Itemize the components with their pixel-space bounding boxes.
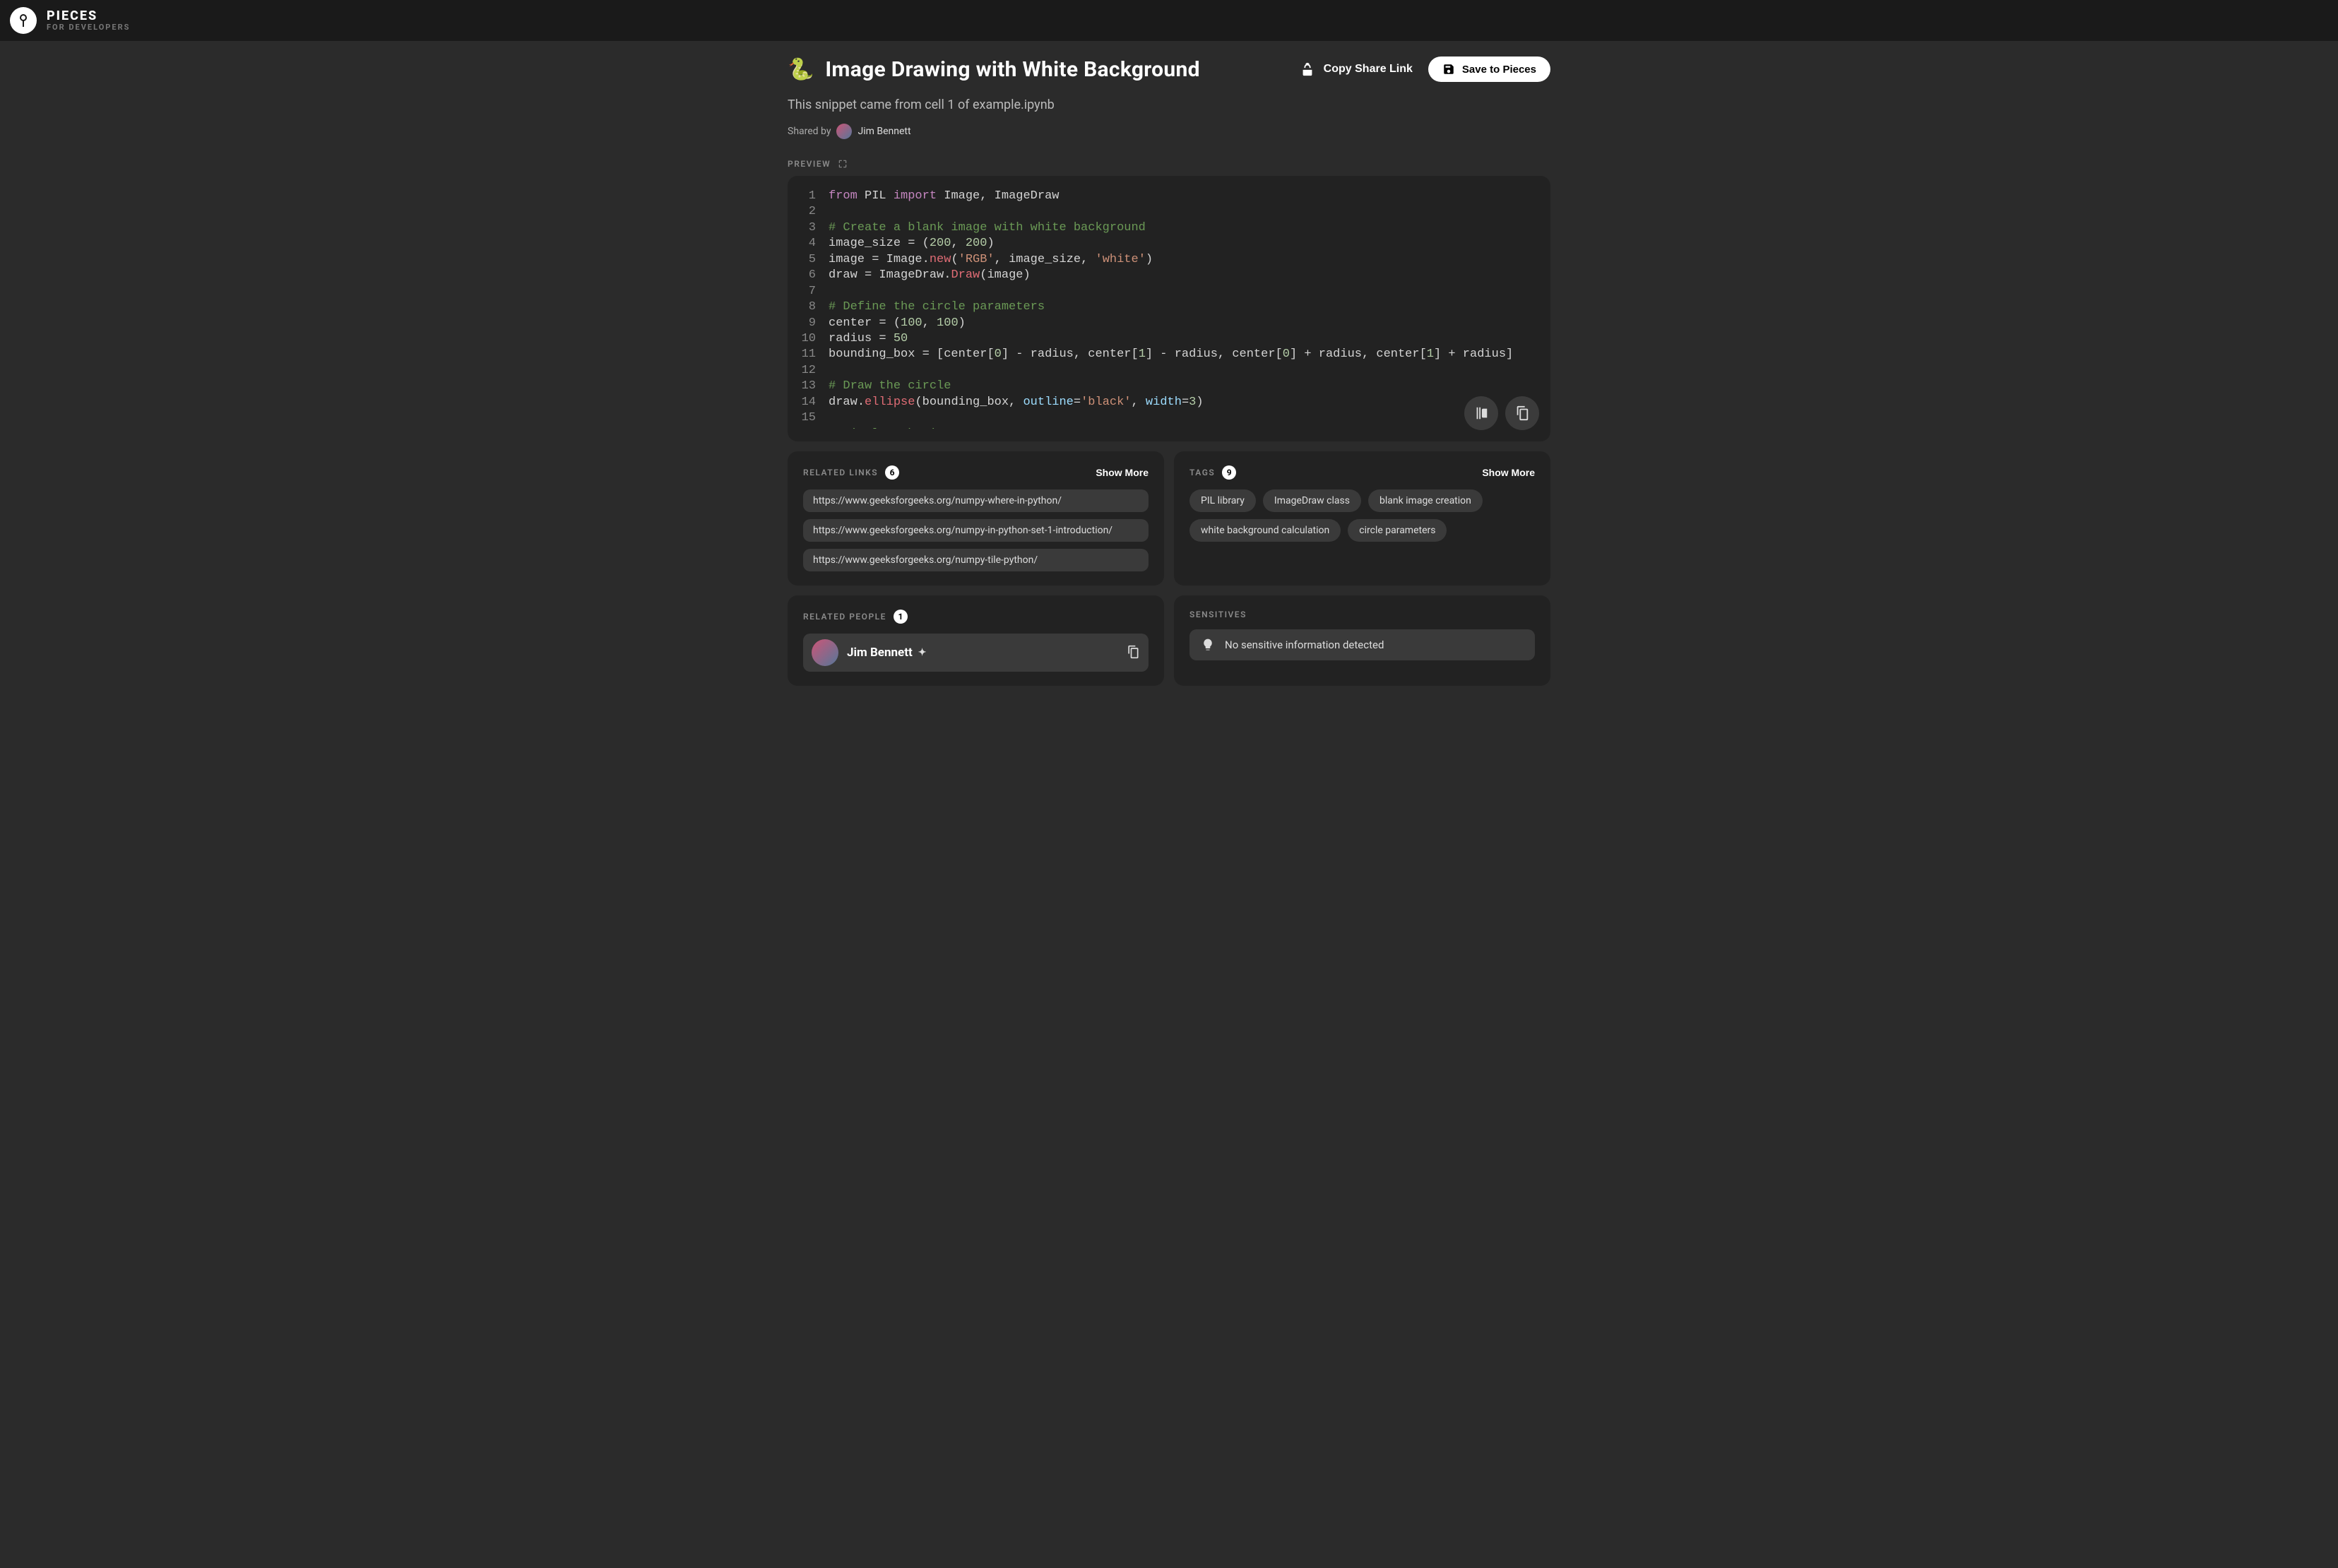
copy-with-context-button[interactable] <box>1464 396 1498 430</box>
related-links-count: 6 <box>885 465 899 480</box>
related-link[interactable]: https://www.geeksforgeeks.org/numpy-tile… <box>803 549 1149 571</box>
person-row[interactable]: Jim Bennett ✦ <box>803 634 1149 672</box>
tag-chip[interactable]: PIL library <box>1189 489 1256 512</box>
code-preview-card: 1from PIL import Image, ImageDraw23# Cre… <box>788 176 1550 441</box>
brand-name: PIECES <box>47 9 130 23</box>
related-links-label: RELATED LINKS <box>803 468 878 477</box>
related-link[interactable]: https://www.geeksforgeeks.org/numpy-in-p… <box>803 519 1149 542</box>
related-people-label: RELATED PEOPLE <box>803 612 886 622</box>
lightbulb-icon <box>1201 638 1215 652</box>
related-links-show-more[interactable]: Show More <box>1096 467 1149 478</box>
shared-by-label: Shared by <box>788 126 831 137</box>
copy-person-button[interactable] <box>1126 645 1140 661</box>
sensitives-panel: SENSITIVES No sensitive information dete… <box>1174 595 1550 686</box>
sensitives-message-row: No sensitive information detected <box>1189 629 1535 660</box>
shared-by-name: Jim Bennett <box>858 126 910 137</box>
copy-share-link-button[interactable]: Copy Share Link <box>1300 61 1413 77</box>
tag-chip[interactable]: circle parameters <box>1348 519 1447 542</box>
sparkle-icon: ✦ <box>918 647 927 658</box>
person-name: Jim Bennett <box>847 646 913 660</box>
related-link[interactable]: https://www.geeksforgeeks.org/numpy-wher… <box>803 489 1149 512</box>
code-block[interactable]: 1from PIL import Image, ImageDraw23# Cre… <box>788 189 1543 429</box>
tag-chip[interactable]: ImageDraw class <box>1263 489 1361 512</box>
tags-show-more[interactable]: Show More <box>1482 467 1535 478</box>
snippet-origin: This snippet came from cell 1 of example… <box>788 97 1550 112</box>
main-content: 🐍 Image Drawing with White Background Co… <box>788 41 1550 714</box>
save-label: Save to Pieces <box>1462 64 1536 76</box>
sensitives-label: SENSITIVES <box>1189 610 1247 619</box>
related-people-count: 1 <box>894 610 908 624</box>
copy-lines-icon <box>1473 405 1489 421</box>
brand-subtitle: FOR DEVELOPERS <box>47 23 130 32</box>
tags-label: TAGS <box>1189 468 1215 477</box>
related-people-panel: RELATED PEOPLE 1 Jim Bennett ✦ <box>788 595 1164 686</box>
tags-count: 9 <box>1222 465 1236 480</box>
save-icon <box>1442 63 1455 76</box>
preview-label: PREVIEW <box>788 159 831 169</box>
copy-code-button[interactable] <box>1505 396 1539 430</box>
language-icon: 🐍 <box>788 57 814 82</box>
tags-panel: TAGS 9 Show More PIL library ImageDraw cl… <box>1174 451 1550 586</box>
copy-icon <box>1126 645 1140 659</box>
related-links-panel: RELATED LINKS 6 Show More https://www.ge… <box>788 451 1164 586</box>
save-to-pieces-button[interactable]: Save to Pieces <box>1428 57 1550 82</box>
avatar <box>836 124 852 139</box>
sensitives-message: No sensitive information detected <box>1225 639 1384 651</box>
app-header: PIECES FOR DEVELOPERS <box>0 0 2338 41</box>
avatar <box>812 639 838 666</box>
share-link-icon <box>1300 61 1315 77</box>
pieces-icon <box>15 12 32 29</box>
tag-chip[interactable]: white background calculation <box>1189 519 1341 542</box>
page-title: Image Drawing with White Background <box>825 57 1199 82</box>
copy-share-label: Copy Share Link <box>1324 63 1413 76</box>
copy-icon <box>1514 405 1530 421</box>
fullscreen-icon[interactable] <box>838 159 848 169</box>
tag-chip[interactable]: blank image creation <box>1368 489 1483 512</box>
brand-logo[interactable] <box>10 7 37 34</box>
